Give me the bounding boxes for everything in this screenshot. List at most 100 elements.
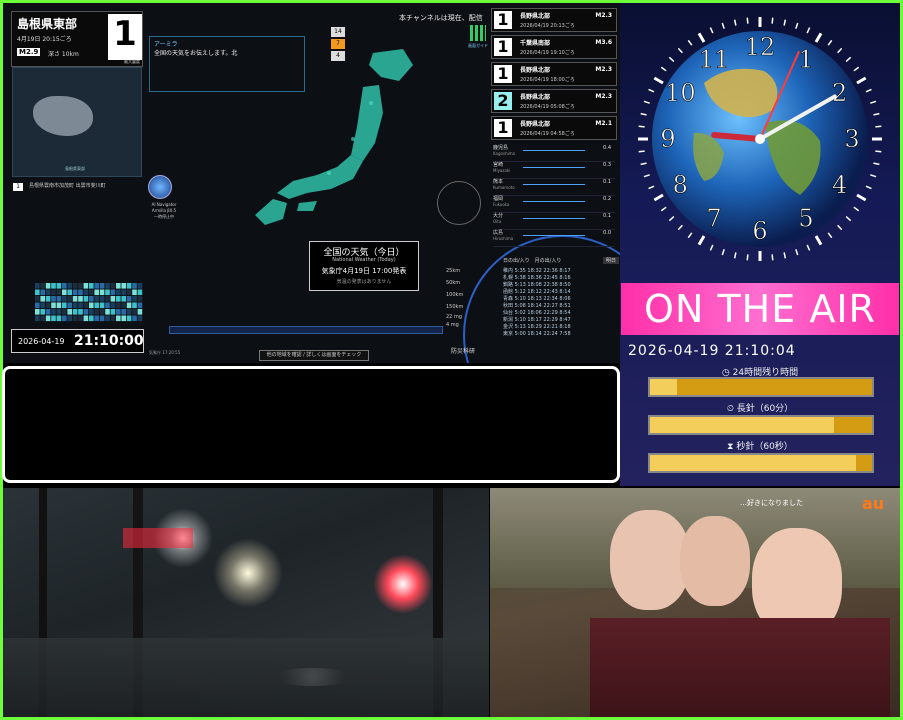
clock-tick <box>837 47 843 54</box>
clock-tick <box>668 56 675 62</box>
sunrise-row: 東京 5:00 18:14 22:24 7:58 <box>503 331 571 337</box>
sunrise-row: 仙台 5:02 18:06 22:29 8:54 <box>503 310 571 316</box>
bar-label-minute: ⏲ 長針（60分） <box>620 401 900 414</box>
heat-cell <box>35 309 40 315</box>
on-air-datetime: 2026-04-19 21:10:04 <box>628 343 796 359</box>
clock-tick <box>853 206 860 212</box>
scale-label: 100km <box>446 292 464 298</box>
heat-cell <box>45 315 51 322</box>
clock-tick <box>837 224 843 231</box>
heat-cell <box>89 296 94 302</box>
current-time: 21:10:00 <box>74 333 144 349</box>
sunrise-row: 稚内 5:35 18:32 22:36 8:17 <box>503 268 571 274</box>
on-air-label: ON THE AIR <box>644 287 876 331</box>
heat-cell <box>67 283 72 289</box>
clock-tick <box>853 66 860 72</box>
earthquake-history-list: 1 長野県北部 2026/04/19 20:13ごろ M2.3 1 千葉県南部 2026/0… <box>491 8 617 143</box>
screen-guide: 画面ガイド <box>465 25 491 55</box>
heat-cell <box>51 315 56 322</box>
heat-cell <box>89 315 94 322</box>
rainfall-value: 0.2 <box>603 196 611 202</box>
heat-cell <box>99 309 105 315</box>
heat-cell <box>83 302 89 309</box>
earthquake-intensity: 1 <box>108 14 142 60</box>
heat-cell <box>40 296 45 302</box>
heat-cell <box>40 302 45 309</box>
heat-cell <box>132 315 137 322</box>
heat-cell <box>94 315 99 322</box>
heat-cell <box>94 289 99 296</box>
heat-cell <box>121 296 126 302</box>
level-item: 4 <box>331 51 345 61</box>
clock-tick <box>638 125 645 128</box>
earthquake-depth: 深さ 10km <box>48 51 79 58</box>
heat-cell <box>121 315 126 322</box>
heat-cell <box>56 315 62 322</box>
heat-cell <box>67 302 72 309</box>
hourglass-icon: ⧗ <box>727 442 737 452</box>
road-surface <box>3 638 489 717</box>
clock-tick <box>865 185 872 190</box>
heat-cell <box>78 302 83 309</box>
clock-tick <box>746 254 749 261</box>
clock-tick <box>827 39 833 46</box>
rainfall-value: 0.1 <box>603 213 611 219</box>
clock-tick <box>806 27 811 34</box>
eq-magnitude: M2.3 <box>595 12 612 19</box>
sunrise-rows: 稚内 5:35 18:32 22:36 8:17 札幌 5:38 18:36 22… <box>503 267 619 337</box>
clock-tick <box>795 22 799 29</box>
station-roman: Miyazaki <box>493 168 511 173</box>
hour-hand <box>711 131 763 142</box>
eq-magnitude: M3.6 <box>595 39 612 46</box>
clock-center <box>755 134 765 144</box>
tomorrow-tab[interactable]: 明日 <box>602 257 619 264</box>
station-name: 福岡 Fukuoka <box>493 196 510 208</box>
clock-tick <box>873 162 880 166</box>
progress-fill <box>650 455 857 471</box>
eq-magnitude: M2.3 <box>595 66 612 73</box>
earthquake-list-item: 1 長野県北部 2026/04/19 04:58ごろ M2.1 <box>491 116 617 140</box>
clock-tick <box>771 17 774 24</box>
check-screen-button[interactable]: 他の地域を確認 / 詳しくは画面をチェック <box>259 350 369 361</box>
heat-cell <box>94 296 99 302</box>
rainfall-value: 0.0 <box>603 230 611 236</box>
clock-small-icon: ⏲ <box>726 404 737 414</box>
clock-tick <box>709 244 714 251</box>
eq-time: 2026/04/19 04:58ごろ <box>520 131 575 137</box>
clock-tick <box>648 88 655 93</box>
heat-cell <box>40 309 45 315</box>
clock-tick <box>721 249 725 256</box>
progress-bar-24h <box>648 377 874 397</box>
heat-cell <box>83 289 89 296</box>
sunrise-row: 釧路 5:13 18:08 22:38 8:50 <box>503 282 571 288</box>
heat-cell <box>132 309 137 315</box>
scale-label: 150km <box>446 304 464 310</box>
clock-tick <box>814 235 823 246</box>
observation-badge: 1 <box>13 183 23 191</box>
street-light <box>213 538 283 608</box>
heat-cell <box>56 283 62 289</box>
bar-label-second: ⧗ 秒針（60秒） <box>620 439 900 452</box>
clock-tick <box>856 193 867 202</box>
sunrise-row: 秋田 5:08 18:14 22:27 8:51 <box>503 303 571 309</box>
heat-cell <box>51 309 56 315</box>
heat-cell <box>72 283 78 289</box>
heat-cell <box>132 283 137 289</box>
heat-cell <box>110 315 116 322</box>
sunrise-row: 新潟 5:10 18:17 22:29 8:47 <box>503 317 571 323</box>
earthquake-info-card: 島根県東部 4月19日 20:15ごろ M2.9 深さ 10km 1 最大震度 <box>11 11 143 67</box>
heat-cell <box>56 309 62 315</box>
heat-cell <box>132 289 137 296</box>
heat-cell <box>78 289 83 296</box>
earth-clock: 12 12 3 45 6 78 9 1011 <box>638 17 882 261</box>
heat-cell <box>89 302 94 309</box>
clock-tick <box>687 39 693 46</box>
heat-cell <box>62 302 67 309</box>
au-logo: au <box>862 494 885 513</box>
heat-cell <box>137 283 143 289</box>
rainfall-value: 0.3 <box>603 162 611 168</box>
eq-location: 千葉県南部 <box>520 40 551 47</box>
level-item: 14 <box>331 27 345 37</box>
clock-numeral: 3 <box>844 125 859 153</box>
scale-label: 50km <box>446 280 461 286</box>
